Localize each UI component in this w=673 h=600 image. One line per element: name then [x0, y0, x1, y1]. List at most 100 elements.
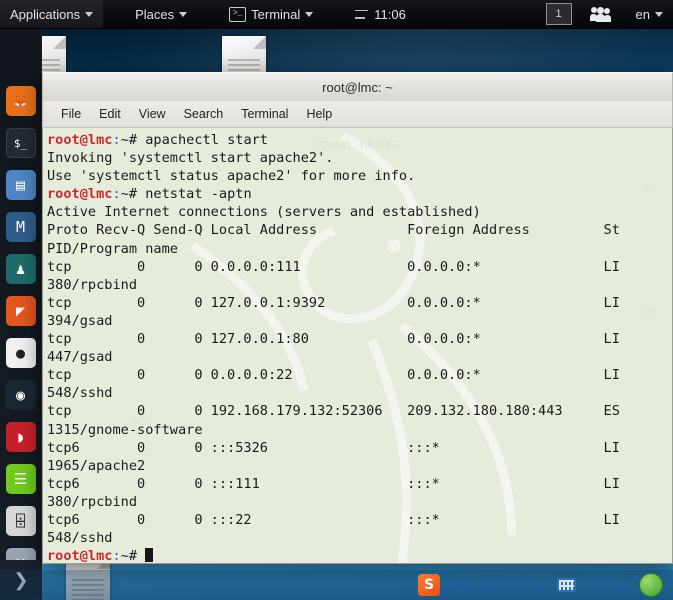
terminal-window[interactable]: root@lmc: ~ File Edit View Search Terminal He… [42, 72, 673, 564]
prompt-user-host: root@lmc [47, 132, 113, 148]
burpsuite-icon: ◤ [15, 302, 26, 320]
files-icon: ▤ [15, 176, 26, 194]
text-editor-icon: ☰ [13, 470, 28, 488]
dock-item-metasploit[interactable]: M [5, 212, 36, 242]
terminal-output-line: 1965/apache2 [47, 457, 146, 474]
ime-user-icon[interactable]: ☺ [585, 576, 603, 594]
terminal-output-line: 380/rpcbind [47, 493, 138, 510]
prompt-path: ~# [120, 186, 138, 203]
top-panel-right: 1 en [545, 0, 673, 28]
metasploit-icon: M [15, 218, 26, 236]
ime-emoji-icon[interactable]: ☺ [503, 576, 521, 594]
menu-places[interactable]: Places [125, 0, 197, 28]
ime-mode-icon[interactable]: ⌨ [449, 576, 468, 594]
terminal-output-line: Invoking 'systemctl start apache2'. [47, 150, 334, 167]
dock-item-firefox[interactable]: 🦊 [5, 86, 36, 116]
lines-icon [355, 9, 369, 19]
prompt-user-host: root@lmc [47, 548, 113, 564]
ime-skin-icon[interactable]: ◆ [612, 576, 630, 594]
dock-item-faraday[interactable]: ◉ [5, 380, 36, 410]
prompt-path: ~# [120, 548, 138, 564]
menu-view[interactable]: View [131, 104, 174, 124]
terminal-output-line: tcp 0 0 127.0.0.1:80 0.0.0.0:* LI [47, 331, 620, 348]
favorites-dock: 🦊$_▤M♟◤●◉◗☰⌹⁙ ❯ [0, 28, 42, 600]
language-label: en [635, 6, 650, 22]
prompt-path: ~# [120, 132, 138, 148]
prompt-colon: : [112, 548, 121, 564]
ime-globe-icon[interactable] [639, 573, 663, 597]
window-title: root@lmc: ~ [322, 79, 393, 95]
terminal-body[interactable]: Operat nfosec in in xss root@lmc:~# apac… [42, 128, 673, 564]
dock-item-calculator[interactable]: ⌹ [5, 506, 36, 536]
armitage-icon: ♟ [15, 260, 26, 278]
terminal-prompt-line: root@lmc:~# apachectl start [47, 131, 672, 149]
sogou-logo[interactable]: S [418, 574, 440, 596]
menu-terminal-label: Terminal [251, 6, 301, 22]
wireshark-icon: ◗ [15, 428, 26, 446]
chevron-down-icon [655, 11, 663, 17]
menu-terminal[interactable]: Terminal [233, 104, 296, 124]
terminal-output-line: 447/gsad [47, 349, 113, 366]
dock-item-wireshark[interactable]: ◗ [5, 422, 36, 452]
clock[interactable]: 11:06 [355, 7, 406, 22]
workspace-number: 1 [555, 8, 562, 20]
prompt-colon: : [112, 132, 121, 148]
clock-label: 11:06 [374, 6, 406, 22]
ime-keyboard-icon[interactable] [557, 578, 576, 592]
menu-search[interactable]: Search [176, 104, 232, 124]
terminal-prompt-line: root@lmc:~# [47, 547, 672, 564]
calculator-icon: ⌹ [15, 512, 26, 530]
dock-item-files[interactable]: ▤ [5, 170, 36, 200]
menu-file[interactable]: File [53, 104, 89, 124]
menu-applications[interactable]: Applications [0, 0, 104, 28]
terminal-prompt-line: root@lmc:~# netstat -aptn [47, 185, 672, 203]
menu-places-label: Places [135, 6, 175, 22]
terminal-output[interactable]: root@lmc:~# apachectl start Invoking 'sys… [43, 128, 672, 564]
input-method-toolbar[interactable]: S ⌨ ⚙ ☺ ⏺ ☺ ◆ [412, 572, 669, 598]
dock-item-burpsuite[interactable]: ◤ [5, 296, 36, 326]
menu-help[interactable]: Help [298, 104, 340, 124]
dock-item-beef[interactable]: ● [5, 338, 36, 368]
dock-item-text-editor[interactable]: ☰ [5, 464, 36, 494]
terminal-output-line: tcp 0 0 0.0.0.0:22 0.0.0.0:* LI [47, 367, 620, 384]
dock-item-armitage[interactable]: ♟ [5, 254, 36, 284]
ime-voice-icon[interactable]: ⏺ [530, 576, 548, 594]
terminal-output-line: tcp6 0 0 :::22 :::* LI [47, 511, 620, 528]
text-cursor [145, 548, 154, 563]
menu-edit[interactable]: Edit [91, 104, 129, 124]
terminal-command: apachectl start [137, 132, 268, 148]
terminal-output-line: Proto Recv-Q Send-Q Local Address Foreig… [47, 222, 620, 239]
dock-item-terminal[interactable]: $_ [5, 128, 36, 158]
terminal-command: netstat -aptn [137, 186, 252, 203]
firefox-icon: 🦊 [13, 94, 28, 108]
people-icon[interactable] [589, 6, 611, 22]
terminal-output-line: 380/rpcbind [47, 276, 138, 293]
chevron-down-icon [85, 11, 94, 17]
terminal-menubar: File Edit View Search Terminal Help [42, 101, 673, 128]
terminal-titlebar[interactable]: root@lmc: ~ [42, 72, 673, 101]
terminal-icon: >_ [229, 6, 247, 22]
terminal-output-line: PID/Program name [47, 240, 178, 257]
terminal-icon: $_ [13, 136, 28, 150]
menu-applications-label: Applications [10, 6, 81, 22]
screen: Applications Places >_ Terminal 11:06 1 [0, 0, 673, 600]
terminal-output-line: tcp 0 0 0.0.0.0:111 0.0.0.0:* LI [47, 258, 620, 275]
terminal-output-line: 548/sshd [47, 530, 113, 547]
prompt-user-host: root@lmc [47, 186, 113, 203]
terminal-output-line: 394/gsad [47, 312, 113, 329]
terminal-output-line: tcp 0 0 127.0.0.1:9392 0.0.0.0:* LI [47, 294, 620, 311]
top-panel: Applications Places >_ Terminal 11:06 1 [0, 0, 673, 29]
dock-items: 🦊$_▤M♟◤●◉◗☰⌹⁙ [5, 86, 36, 590]
terminal-command [137, 548, 145, 563]
ime-settings-icon[interactable]: ⚙ [476, 576, 494, 594]
terminal-output-line: tcp6 0 0 :::5326 :::* LI [47, 439, 620, 456]
menu-terminal-window[interactable]: >_ Terminal [219, 0, 323, 28]
workspace-indicator[interactable]: 1 [545, 3, 572, 25]
chevron-down-icon [305, 11, 314, 17]
terminal-output-line: 548/sshd [47, 385, 113, 402]
faraday-icon: ◉ [15, 386, 26, 404]
terminal-output-line: tcp 0 0 192.168.179.132:52306 209.132.18… [47, 403, 620, 420]
terminal-output-line: Active Internet connections (servers and… [47, 204, 481, 221]
chevron-down-icon [179, 11, 188, 17]
language-indicator[interactable]: en [626, 0, 667, 28]
